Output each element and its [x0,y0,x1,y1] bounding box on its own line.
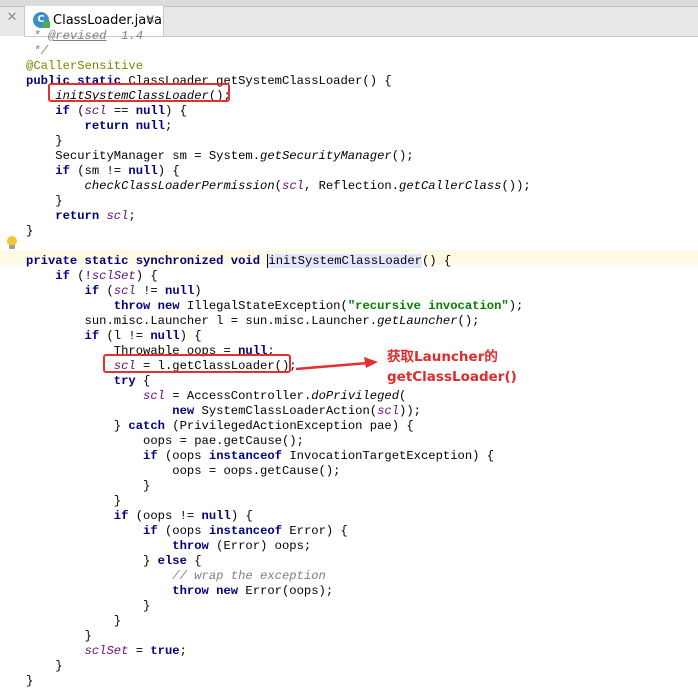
code-line: if (scl != null) [84,284,202,298]
code-line: } [26,599,151,613]
code-line: if (oops != null) { [113,509,253,523]
code-line: return null; [84,119,173,133]
annotation-line-1: 获取Launcher的 [387,349,498,365]
code-line: if (scl == null) { [55,104,187,118]
highlight-box-getclassloader [103,354,291,373]
annotation-line-2: getClassLoader() [387,369,517,385]
code-line: } [26,614,122,628]
annotation-arrow [295,357,378,371]
code-line: } else { [143,554,202,568]
code-line: } [26,659,63,673]
code-line: checkClassLoaderPermission(scl, Reflecti… [84,179,531,193]
code-line: // wrap the exception [172,569,326,583]
code-line: } [26,194,63,208]
code-line: } [26,674,34,688]
code-line: @CallerSensitive [26,59,144,73]
code-line: oops = oops.getCause(); [26,464,341,478]
code-line: } [26,224,34,238]
annotation-note: 获取Launcher的 getClassLoader() [387,347,517,387]
code-line: * @revised 1.4 [33,29,144,43]
code-line: } [26,494,122,508]
code-line: if (oops instanceof Error) { [143,524,348,538]
code-line: if (!sclSet) { [55,269,158,283]
code-line: } catch (PrivilegedActionException pae) … [113,419,414,433]
code-line: } [26,479,151,493]
code-line: if (l != null) { [84,329,202,343]
highlight-box-init-call [48,83,230,102]
code-editor[interactable]: * @revised 1.4 */@CallerSensitive public … [0,29,698,688]
code-line: oops = pae.getCause(); [26,434,304,448]
close-icon[interactable]: ✕ [4,10,20,26]
code-line: */ [26,44,48,58]
lightbulb-icon[interactable] [6,236,18,250]
code-line: } [26,134,63,148]
tab-close-icon[interactable]: × [145,12,156,27]
code-line: sun.misc.Launcher l = sun.misc.Launcher.… [26,314,480,328]
code-line: throw (Error) oops; [172,539,312,553]
code-line: new SystemClassLoaderAction(scl)); [172,404,421,418]
code-line: scl = AccessController.doPrivileged( [143,389,407,403]
code-line: SecurityManager sm = System.getSecurityM… [26,149,414,163]
code-line: } [26,629,92,643]
code-line: if (sm != null) { [55,164,180,178]
code-line: throw new Error(oops); [172,584,334,598]
java-class-file-icon: C [33,12,50,28]
code-line: throw new IllegalStateException("recursi… [113,299,524,313]
editor-gutter [0,36,24,685]
code-line: sclSet = true; [84,644,187,658]
code-line: private static synchronized void initSys… [26,254,452,268]
code-line: return scl; [55,209,136,223]
code-line: if (oops instanceof InvocationTargetExce… [143,449,495,463]
